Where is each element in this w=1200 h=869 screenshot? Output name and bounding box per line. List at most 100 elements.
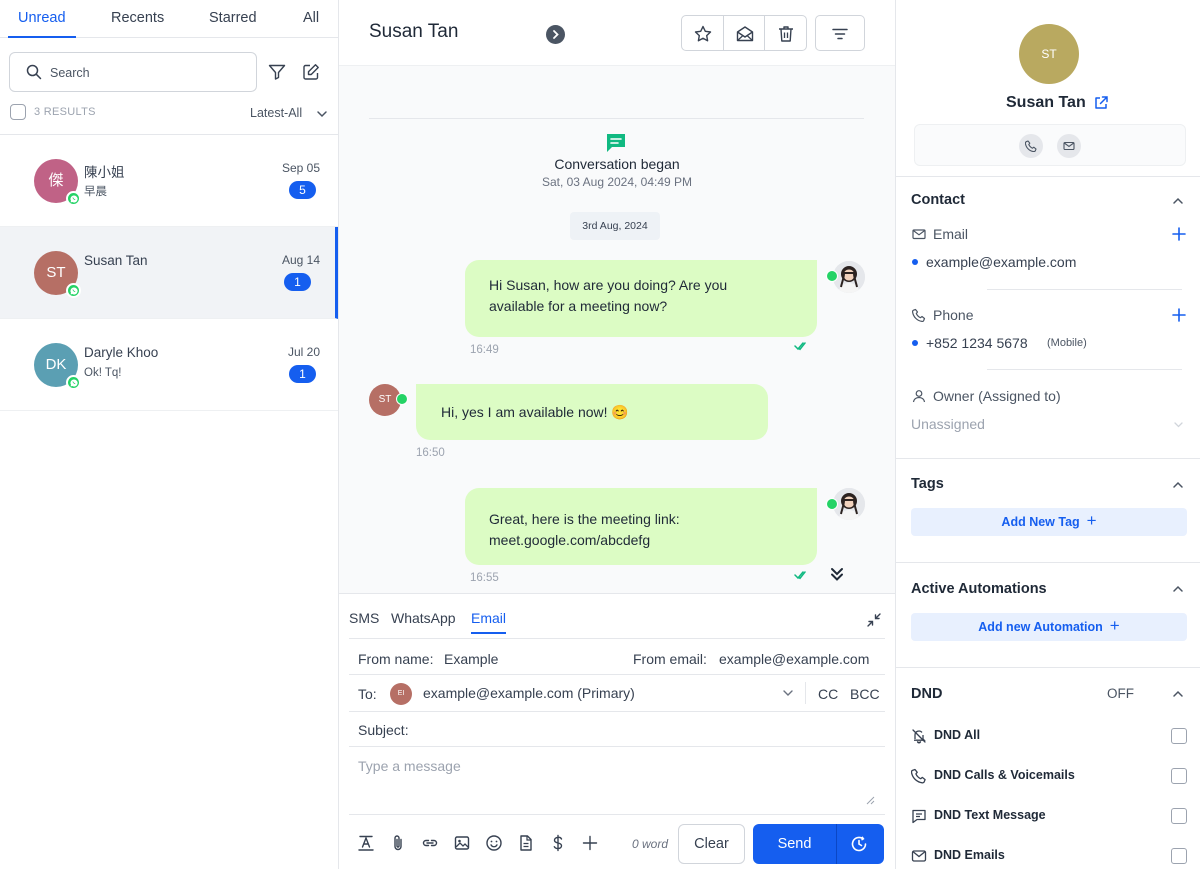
dnd-text-checkbox[interactable]	[1171, 808, 1187, 824]
scroll-to-bottom-icon[interactable]	[829, 566, 845, 582]
plus-icon[interactable]	[581, 834, 599, 852]
message-composer: SMS WhatsApp Email From name: Example Fr…	[339, 593, 895, 869]
link-icon[interactable]	[421, 834, 439, 852]
chevron-up-icon[interactable]	[1172, 479, 1184, 491]
from-email-value[interactable]: example@example.com	[719, 651, 869, 667]
owner-field-label: Owner (Assigned to)	[933, 388, 1061, 404]
conversation-header: Susan Tan	[339, 0, 895, 66]
chevron-down-icon[interactable]	[1173, 419, 1184, 430]
incoming-message: Hi, yes I am available now! 😊	[416, 384, 768, 440]
add-email-icon[interactable]	[1172, 227, 1186, 241]
message-input[interactable]	[349, 748, 885, 808]
tab-starred[interactable]: Starred	[209, 0, 257, 38]
contact-name: Daryle Khoo	[84, 345, 159, 360]
delete-button[interactable]	[765, 16, 806, 50]
mark-read-button[interactable]	[724, 16, 766, 50]
subject-label: Subject:	[358, 722, 409, 738]
sort-label: Latest-All	[250, 106, 303, 120]
cc-button[interactable]: CC	[818, 686, 838, 702]
tab-unread[interactable]: Unread	[8, 0, 76, 38]
panel-toggle-button[interactable]	[546, 25, 565, 44]
add-automation-button[interactable]: Add new Automation +	[911, 613, 1187, 641]
bell-off-icon	[911, 728, 927, 744]
outgoing-message: Hi Susan, how are you doing? Are you ava…	[465, 260, 817, 337]
dnd-option-row: DND Emails	[911, 844, 1187, 868]
resize-handle-icon[interactable]	[865, 795, 875, 805]
collapse-icon[interactable]	[866, 612, 882, 628]
unread-badge: 5	[289, 181, 316, 199]
dnd-section-header[interactable]: DND	[911, 686, 942, 702]
phone-field-label: Phone	[933, 307, 974, 323]
send-button-group: Send	[753, 824, 884, 864]
chevron-up-icon[interactable]	[1172, 195, 1184, 207]
chat-bubble-icon	[604, 131, 628, 155]
document-icon[interactable]	[517, 834, 535, 852]
dnd-all-checkbox[interactable]	[1171, 728, 1187, 744]
tab-sms[interactable]: SMS	[349, 610, 379, 632]
external-link-icon[interactable]	[1093, 95, 1109, 111]
chevron-up-icon[interactable]	[1172, 583, 1184, 595]
thread-divider	[369, 118, 864, 119]
double-check-icon	[794, 570, 807, 580]
word-count: 0 word	[632, 837, 669, 851]
filter-button[interactable]	[815, 15, 865, 51]
tab-whatsapp[interactable]: WhatsApp	[391, 610, 456, 632]
automations-section-header[interactable]: Active Automations	[911, 581, 1047, 597]
dollar-icon[interactable]	[549, 834, 567, 852]
tab-recents[interactable]: Recents	[111, 0, 164, 38]
recipient-avatar: EI	[390, 683, 412, 705]
emoji-icon[interactable]	[485, 834, 503, 852]
to-row: To: EI example@example.com (Primary) CC …	[349, 675, 885, 712]
dnd-emails-checkbox[interactable]	[1171, 848, 1187, 864]
primary-dot	[912, 259, 918, 265]
contact-details-panel: ST Susan Tan Contact Email example@examp…	[895, 0, 1200, 869]
double-check-icon	[794, 341, 807, 351]
phone-type: (Mobile)	[1047, 337, 1087, 349]
dnd-option-label: DND Text Message	[934, 808, 1046, 822]
tab-all[interactable]: All	[303, 0, 319, 38]
image-icon[interactable]	[453, 834, 471, 852]
select-all-checkbox[interactable]	[10, 104, 26, 120]
outgoing-message: Great, here is the meeting link: meet.go…	[465, 488, 817, 565]
attachment-icon[interactable]	[389, 834, 407, 852]
chevron-up-icon[interactable]	[1172, 688, 1184, 700]
conversation-item[interactable]: ST Susan Tan Aug 14 1	[0, 227, 338, 319]
conversation-item[interactable]: 傑 陳小姐 早晨 Sep 05 5	[0, 135, 338, 227]
from-row: From name: Example From email: example@e…	[349, 638, 885, 675]
phone-value[interactable]: +852 1234 5678	[926, 335, 1028, 351]
whatsapp-icon	[66, 375, 81, 390]
tags-section-header[interactable]: Tags	[911, 476, 944, 492]
search-input[interactable]	[50, 63, 240, 83]
whatsapp-icon	[826, 270, 838, 282]
to-label: To:	[358, 686, 377, 702]
filter-icon[interactable]	[267, 62, 289, 84]
contact-section-header[interactable]: Contact	[911, 192, 965, 208]
conversation-item[interactable]: DK Daryle Khoo Ok! Tq! Jul 20 1	[0, 319, 338, 411]
email-value[interactable]: example@example.com	[926, 254, 1076, 270]
email-button[interactable]	[1057, 134, 1081, 158]
from-name-value[interactable]: Example	[444, 651, 498, 667]
add-phone-icon[interactable]	[1172, 308, 1186, 322]
tab-email[interactable]: Email	[471, 610, 507, 634]
text-format-icon[interactable]	[357, 834, 375, 852]
sort-dropdown[interactable]: Latest-All	[250, 106, 327, 120]
dnd-option-row: DND Calls & Voicemails	[911, 764, 1187, 788]
dnd-option-row: DND All	[911, 724, 1187, 748]
schedule-clock-icon[interactable]	[850, 835, 868, 853]
call-button[interactable]	[1019, 134, 1043, 158]
clear-button[interactable]: Clear	[678, 824, 745, 864]
conversation-date: Sep 05	[281, 161, 320, 175]
recipient-select[interactable]: example@example.com (Primary)	[423, 685, 635, 701]
chevron-down-icon[interactable]	[782, 687, 794, 699]
user-icon	[912, 389, 926, 403]
add-tag-button[interactable]: Add New Tag +	[911, 508, 1187, 536]
owner-select[interactable]: Unassigned	[911, 416, 985, 432]
compose-icon[interactable]	[301, 62, 323, 84]
dnd-option-row: DND Text Message	[911, 804, 1187, 828]
contact-name: Susan Tan	[1006, 94, 1086, 111]
star-button[interactable]	[682, 16, 724, 50]
dnd-calls-checkbox[interactable]	[1171, 768, 1187, 784]
send-button[interactable]: Send	[753, 824, 836, 864]
contact-name: 陳小姐	[84, 165, 125, 180]
bcc-button[interactable]: BCC	[850, 686, 880, 702]
